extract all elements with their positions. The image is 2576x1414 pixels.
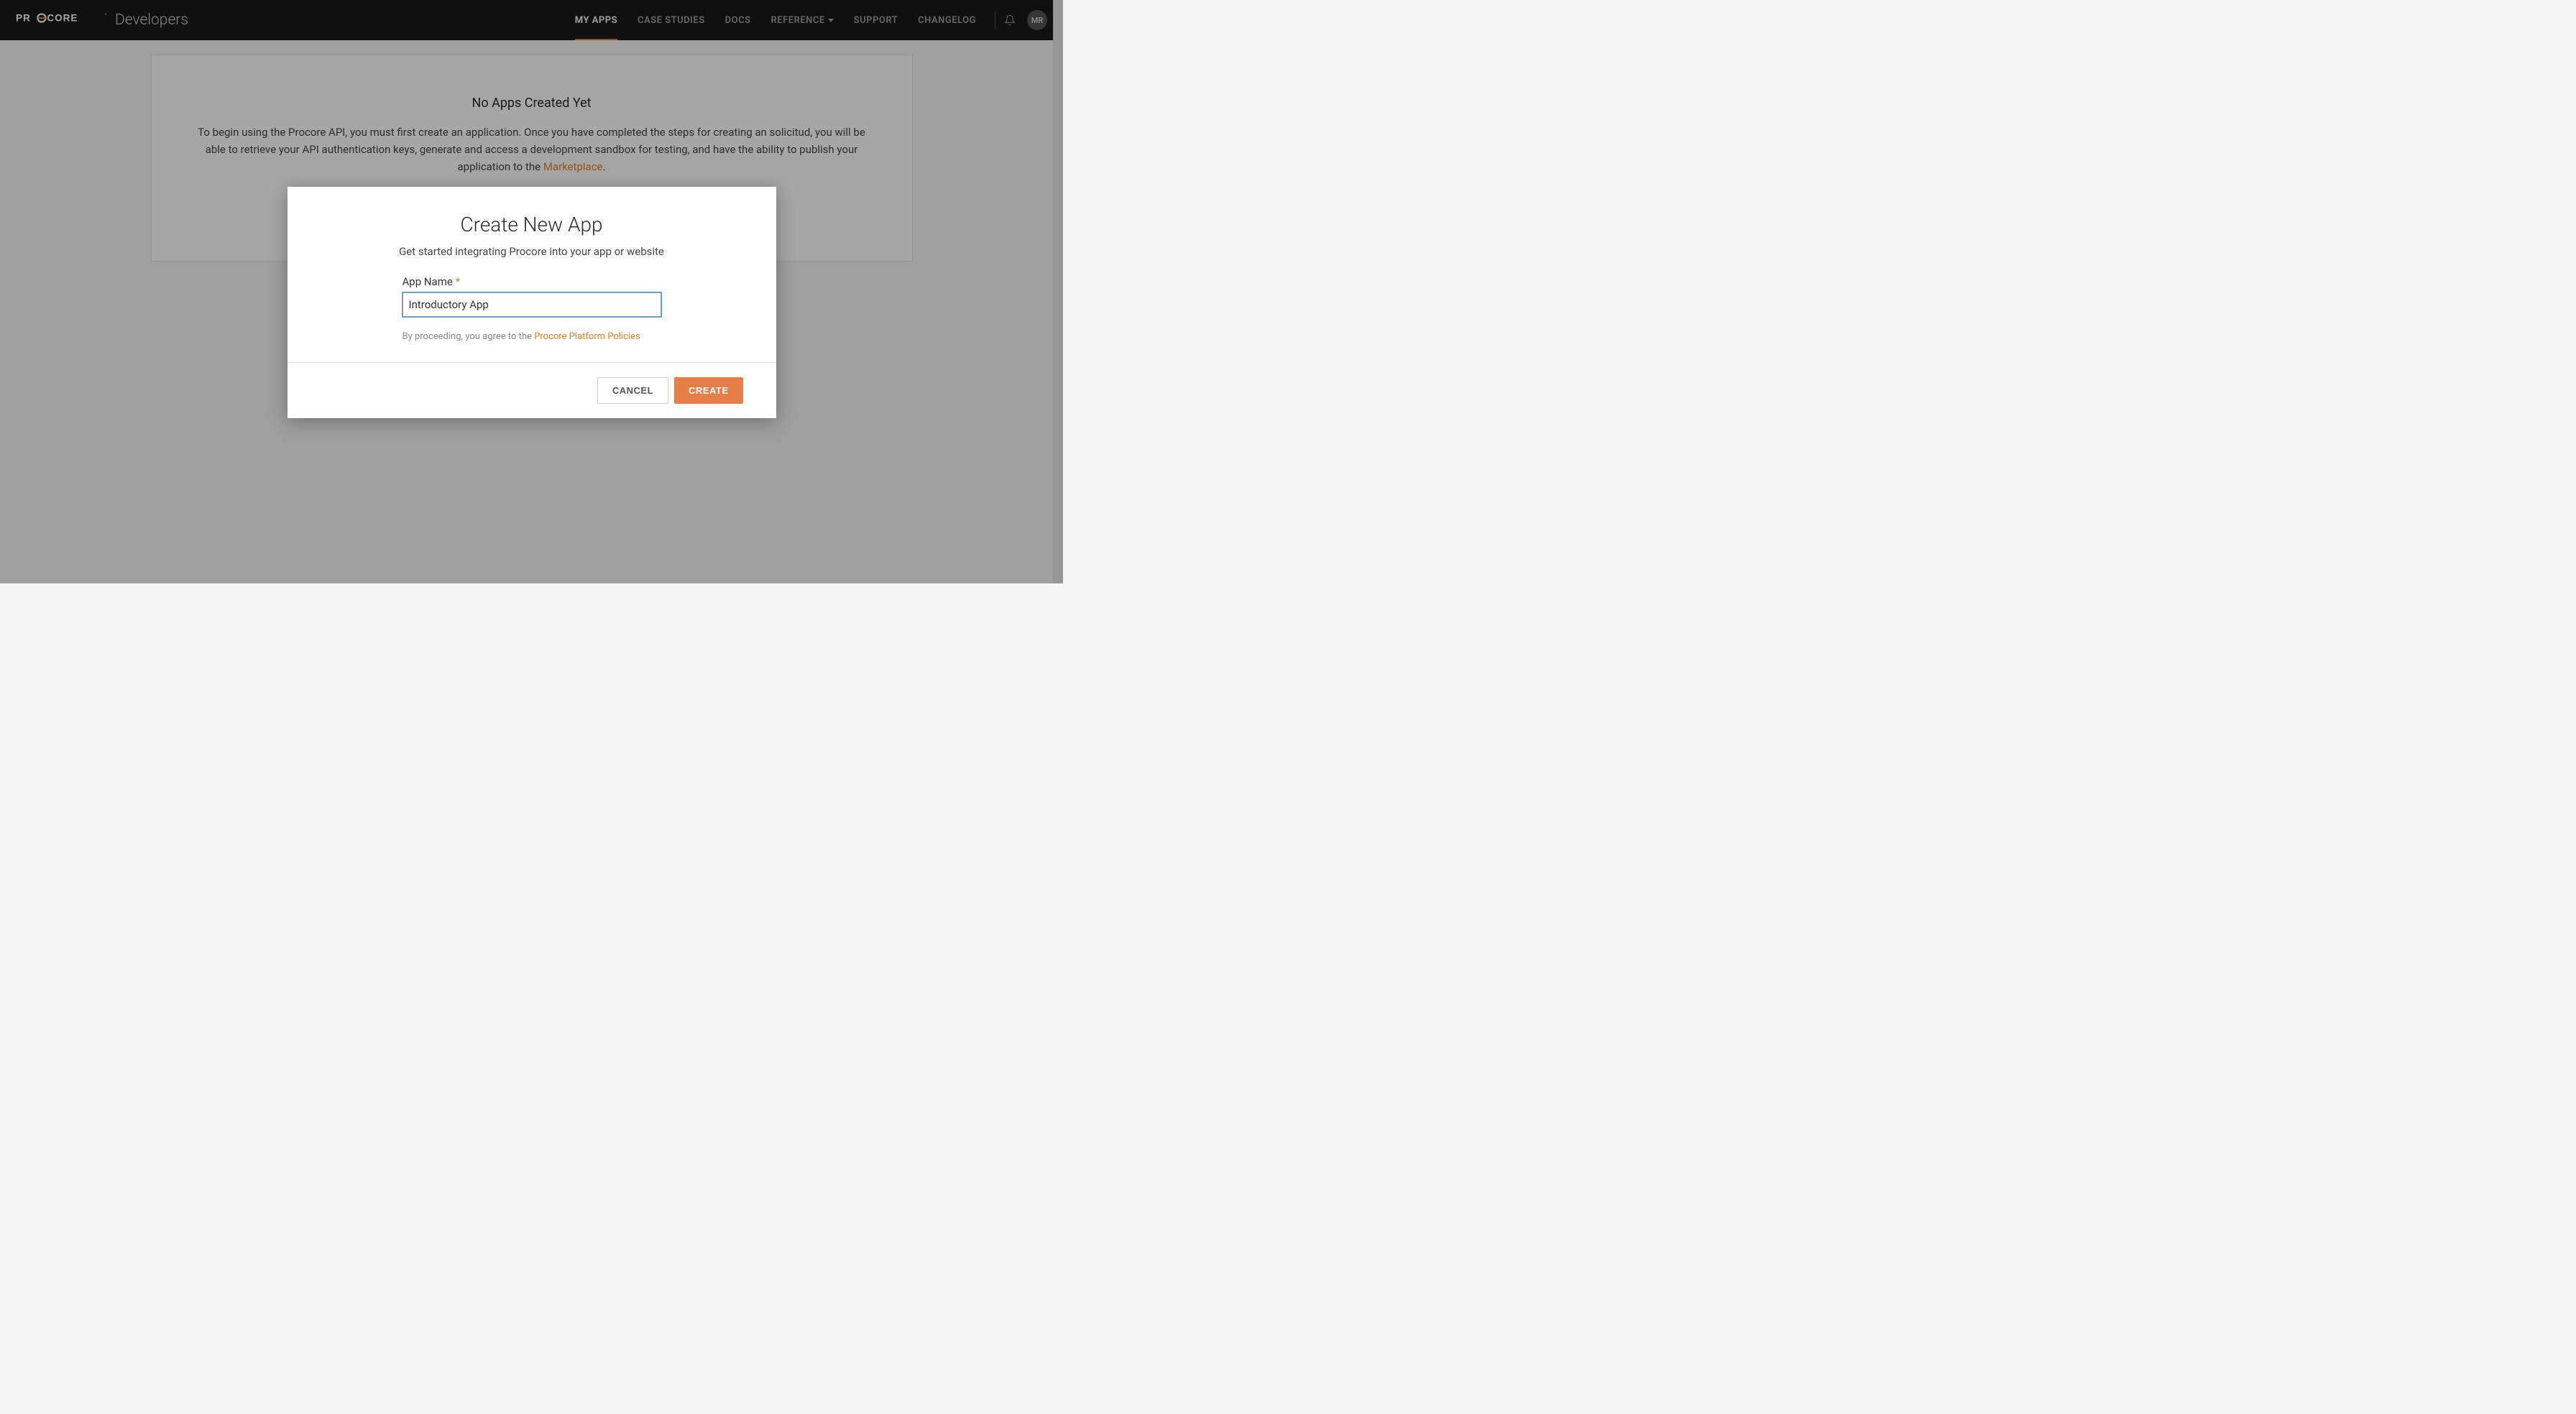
modal-body: Create New App Get started integrating P… [288,187,776,362]
terms-prefix: By proceeding, you agree to the [402,331,535,342]
modal-footer: CANCEL CREATE [288,362,776,418]
platform-policies-link[interactable]: Procore Platform Policies [534,331,640,342]
create-button[interactable]: CREATE [674,377,742,404]
label-text: App Name [402,275,453,288]
cancel-button[interactable]: CANCEL [597,377,668,404]
app-name-form-group: App Name * [402,275,661,317]
modal-subtitle: Get started integrating Procore into you… [321,245,743,258]
app-name-label: App Name * [402,275,661,288]
modal-title: Create New App [321,213,743,236]
terms-text: By proceeding, you agree to the Procore … [402,331,661,342]
required-indicator: * [456,275,460,288]
app-name-input[interactable] [402,292,661,317]
create-app-modal: Create New App Get started integrating P… [288,187,776,418]
